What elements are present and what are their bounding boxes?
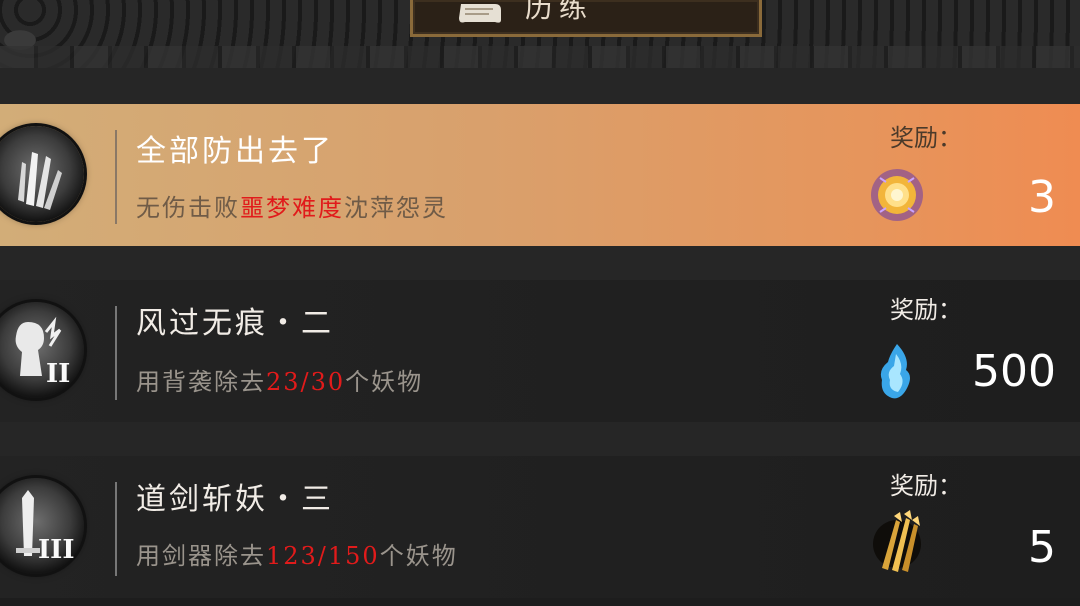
desc-prefix: 用剑器除去 xyxy=(136,542,266,570)
row-gap xyxy=(0,68,1080,104)
claw-badge-icon xyxy=(0,126,84,222)
desc-prefix: 用背袭除去 xyxy=(136,368,266,396)
row-divider xyxy=(115,306,117,400)
desc-prefix: 无伤击败 xyxy=(136,194,240,222)
desc-highlight: 123/150 xyxy=(266,542,380,570)
task-description: 无伤击败噩梦难度沈萍怨灵 xyxy=(136,188,448,223)
reward-count: 5 xyxy=(1028,522,1056,573)
reward-label: 奖励： xyxy=(890,472,962,500)
badge-numeral: III xyxy=(38,535,75,565)
desc-highlight: 噩梦难度 xyxy=(240,194,344,222)
reward-count: 500 xyxy=(972,346,1056,397)
row-gap xyxy=(0,246,1080,280)
desc-suffix: 个妖物 xyxy=(345,368,424,396)
task-description: 用背袭除去23/30个妖物 xyxy=(136,362,423,397)
reward-label: 奖励： xyxy=(890,296,962,324)
task-description: 用剑器除去123/150个妖物 xyxy=(136,536,458,571)
desc-suffix: 沈萍怨灵 xyxy=(344,194,448,222)
reward-count: 3 xyxy=(1028,172,1056,223)
badge-numeral: II xyxy=(46,359,70,389)
task-title: 道剑斩妖・三 xyxy=(136,482,334,517)
task-title: 风过无痕・二 xyxy=(136,306,334,341)
task-row[interactable]: II 风过无痕・二 用背袭除去23/30个妖物 奖励： 500 xyxy=(0,280,1080,422)
desc-suffix: 个妖物 xyxy=(379,542,458,570)
desc-highlight: 23/30 xyxy=(266,368,346,396)
row-divider xyxy=(115,482,117,576)
task-row-completed[interactable]: 全部防出去了 无伤击败噩梦难度沈萍怨灵 奖励： 3 xyxy=(0,104,1080,246)
row-gap xyxy=(0,422,1080,456)
shattered-figure-badge-icon: II xyxy=(0,302,84,398)
scroll-icon xyxy=(459,4,501,23)
sword-badge-icon: III xyxy=(0,478,84,574)
task-row[interactable]: III 道剑斩妖・三 用剑器除去123/150个妖物 奖励： 5 xyxy=(0,456,1080,598)
row-divider xyxy=(115,130,117,224)
reward-label: 奖励： xyxy=(890,124,962,152)
title-plaque: 历练 xyxy=(410,0,762,37)
page-title: 历练 xyxy=(525,0,594,24)
task-title: 全部防出去了 xyxy=(136,134,334,169)
